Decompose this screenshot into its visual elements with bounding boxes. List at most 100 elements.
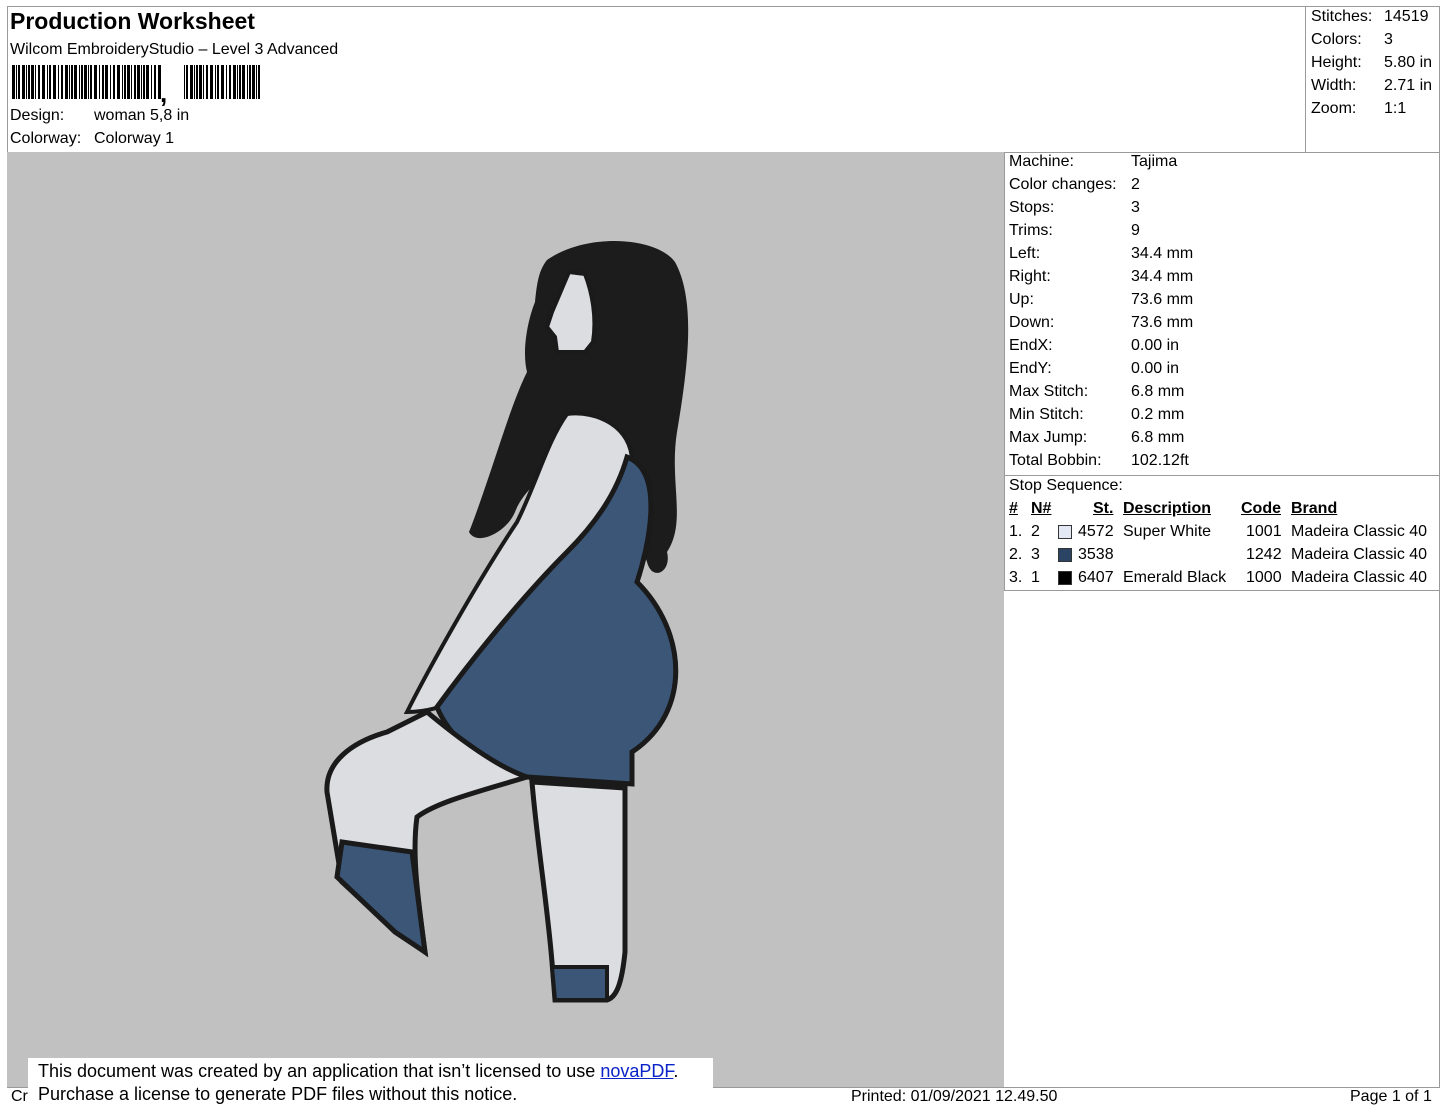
design-value: woman 5,8 in <box>94 107 190 124</box>
table-row-n: 1 <box>1031 569 1040 586</box>
barcode-bar <box>22 65 25 99</box>
barcode-bar <box>186 65 188 99</box>
stat-label: Trims: <box>1009 222 1053 239</box>
barcode-bar <box>217 65 219 99</box>
stat-value: 73.6 mm <box>1131 291 1194 308</box>
stat-label: Up: <box>1009 291 1034 308</box>
barcode-bar <box>190 65 193 99</box>
col-code-header: Code <box>1241 500 1281 517</box>
page-title: Production Worksheet <box>10 8 255 34</box>
stat-value: 0.2 mm <box>1131 406 1185 423</box>
barcode-bar <box>221 65 224 99</box>
barcode-bar <box>247 65 248 99</box>
barcode-bar <box>99 65 100 99</box>
summary-height-value: 5.80 in <box>1384 54 1433 71</box>
summary-stitches-value: 14519 <box>1384 8 1429 25</box>
stat-label: Machine: <box>1009 153 1074 170</box>
page-number: Page 1 of 1 <box>1350 1088 1432 1105</box>
colorway-value: Colorway 1 <box>94 130 175 147</box>
summary-colors-label: Colors: <box>1311 31 1362 48</box>
stat-label: Down: <box>1009 314 1055 331</box>
barcode-bar <box>61 65 63 99</box>
col-num-header: # <box>1009 500 1018 517</box>
barcode-bar <box>47 65 48 99</box>
barcode-bar <box>38 65 40 99</box>
novapdf-link[interactable]: novaPDF <box>600 1061 673 1081</box>
table-row-st: 4572 <box>1078 523 1114 540</box>
barcode-bar <box>237 65 238 99</box>
barcode-bar <box>146 65 149 99</box>
barcode-bar <box>58 65 59 99</box>
notice-line-2: Purchase a license to generate PDF files… <box>38 1084 518 1104</box>
barcode-bar <box>69 65 70 99</box>
stats-frame <box>1004 152 1440 476</box>
stat-value: 6.8 mm <box>1131 383 1185 400</box>
summary-width-label: Width: <box>1311 77 1357 94</box>
barcode-bar <box>203 65 204 99</box>
barcode-bar <box>233 65 236 99</box>
software-name: Wilcom EmbroideryStudio – Level 3 Advanc… <box>10 41 339 58</box>
table-row-brand: Madeira Classic 40 <box>1291 569 1428 586</box>
summary-stitches-label: Stitches: <box>1311 8 1373 25</box>
stat-value: 34.4 mm <box>1131 268 1194 285</box>
stat-value: 3 <box>1131 199 1140 216</box>
stat-label: EndX: <box>1009 337 1053 354</box>
barcode-bar <box>215 65 216 99</box>
barcode-bar <box>151 65 152 99</box>
design-preview <box>7 152 1004 1087</box>
stat-label: Max Stitch: <box>1009 383 1089 400</box>
table-row-brand: Madeira Classic 40 <box>1291 546 1428 563</box>
table-row-description: Super White <box>1123 523 1212 540</box>
color-swatch <box>1058 525 1072 539</box>
table-row-description: Emerald Black <box>1123 569 1227 586</box>
stop-sequence-title: Stop Sequence: <box>1009 477 1123 494</box>
notice-line-1: This document was created by an applicat… <box>38 1060 703 1083</box>
table-row-code: 1001 <box>1246 523 1282 540</box>
barcode-bar <box>143 65 145 99</box>
table-row-code: 1242 <box>1246 546 1282 563</box>
notice-suffix: . <box>673 1061 679 1081</box>
barcode-bar <box>206 65 208 99</box>
barcode-bar <box>16 65 17 99</box>
stat-label: Total Bobbin: <box>1009 452 1102 469</box>
embroidery-figure <box>324 241 689 1003</box>
summary-colors-value: 3 <box>1384 31 1393 48</box>
barcode-bar <box>31 65 34 99</box>
colorway-label: Colorway: <box>10 130 82 147</box>
stat-value: 34.4 mm <box>1131 245 1194 262</box>
barcode-bar <box>199 65 202 99</box>
table-row-code: 1000 <box>1246 569 1282 586</box>
stat-value: 6.8 mm <box>1131 429 1185 446</box>
table-row-brand: Madeira Classic 40 <box>1291 523 1428 540</box>
table-row-num: 1. <box>1009 523 1023 540</box>
barcode-bar <box>102 65 104 99</box>
stat-value: 102.12ft <box>1131 452 1189 469</box>
barcode-bar <box>105 65 108 99</box>
barcode-bar <box>74 65 77 99</box>
summary-height-label: Height: <box>1311 54 1362 71</box>
stat-label: Right: <box>1009 268 1051 285</box>
col-brand-header: Brand <box>1291 500 1338 517</box>
stat-label: Max Jump: <box>1009 429 1088 446</box>
stat-label: Min Stitch: <box>1009 406 1084 423</box>
table-row-st: 6407 <box>1078 569 1114 586</box>
barcode-bar <box>194 65 195 99</box>
barcode-bar <box>26 65 27 99</box>
stat-value: Tajima <box>1131 153 1178 170</box>
barcode-bar <box>84 65 87 99</box>
stat-label: Color changes: <box>1009 176 1117 193</box>
stat-value: 9 <box>1131 222 1140 239</box>
barcode-bar <box>12 65 15 99</box>
table-row-num: 2. <box>1009 546 1023 563</box>
barcode-bar <box>239 65 241 99</box>
barcode-bar <box>28 65 30 99</box>
barcode-bar <box>42 65 45 99</box>
barcode-bar <box>81 65 83 99</box>
barcode-bar <box>124 65 126 99</box>
barcode-bar <box>94 65 97 99</box>
footer-left-text: Cr <box>11 1088 28 1105</box>
stat-value: 73.6 mm <box>1131 314 1194 331</box>
barcode-bar <box>88 65 89 99</box>
col-description-header: Description <box>1123 500 1212 517</box>
barcode-bar <box>154 65 156 99</box>
